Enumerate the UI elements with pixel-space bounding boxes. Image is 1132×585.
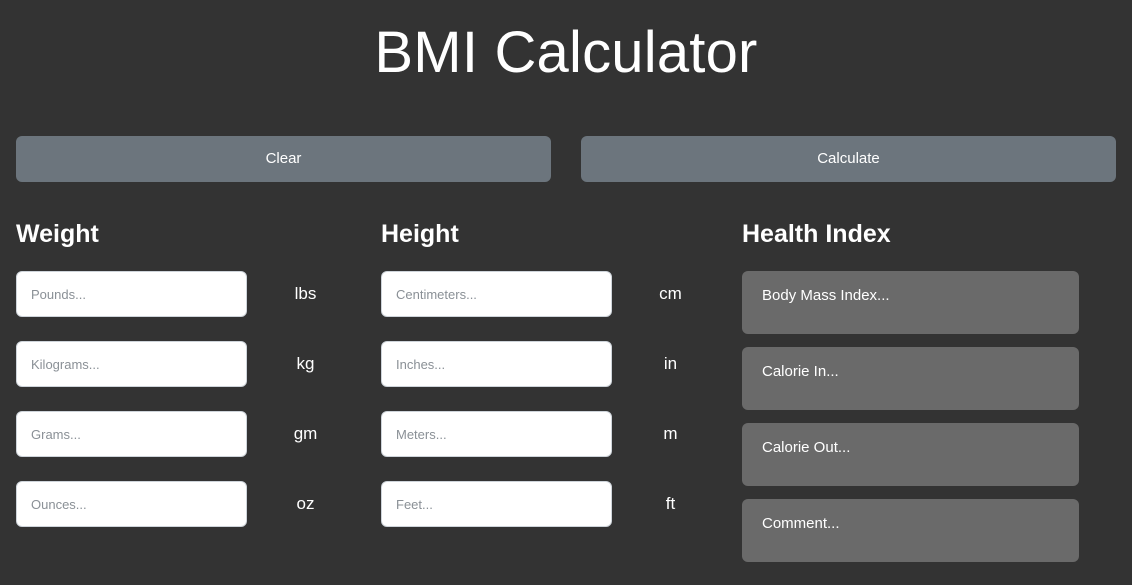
weight-row-grams: gm xyxy=(16,411,356,457)
weight-ounces-input[interactable] xyxy=(16,481,247,527)
weight-kilograms-unit: kg xyxy=(296,354,315,373)
weight-pounds-unit: lbs xyxy=(294,284,317,303)
height-meters-unit: m xyxy=(663,424,678,443)
calorie-out-field[interactable] xyxy=(742,423,1079,486)
height-inches-unit: in xyxy=(663,354,678,373)
weight-pounds-input[interactable] xyxy=(16,271,247,317)
height-feet-input[interactable] xyxy=(381,481,612,527)
title-bar: BMI Calculator xyxy=(0,0,1132,85)
weight-column: Weight lbs kg gm oz xyxy=(16,222,356,527)
calorie-in-field[interactable] xyxy=(742,347,1079,410)
height-heading: Height xyxy=(381,220,459,248)
calculate-button[interactable]: Calculate xyxy=(581,136,1116,182)
health-index-heading: Health Index xyxy=(742,220,891,248)
weight-grams-input[interactable] xyxy=(16,411,247,457)
height-meters-input[interactable] xyxy=(381,411,612,457)
page-title: BMI Calculator xyxy=(374,20,758,85)
health-index-column: Health Index xyxy=(742,222,1079,562)
action-button-row: Clear Calculate xyxy=(16,136,1116,182)
weight-row-ounces: oz xyxy=(16,481,356,527)
bmi-calculator-app: BMI Calculator Clear Calculate Weight lb… xyxy=(0,0,1132,585)
height-inches-input[interactable] xyxy=(381,341,612,387)
height-column: Height cm in m ft xyxy=(381,222,721,527)
height-row-centimeters: cm xyxy=(381,271,721,317)
weight-grams-unit: gm xyxy=(293,424,318,443)
height-centimeters-unit: cm xyxy=(659,284,682,303)
height-feet-unit: ft xyxy=(665,494,676,513)
height-row-inches: in xyxy=(381,341,721,387)
height-centimeters-input[interactable] xyxy=(381,271,612,317)
weight-heading: Weight xyxy=(16,220,99,248)
weight-ounces-unit: oz xyxy=(296,494,315,513)
weight-kilograms-input[interactable] xyxy=(16,341,247,387)
body-mass-index-field[interactable] xyxy=(742,271,1079,334)
weight-row-pounds: lbs xyxy=(16,271,356,317)
comment-field[interactable] xyxy=(742,499,1079,562)
clear-button[interactable]: Clear xyxy=(16,136,551,182)
height-row-meters: m xyxy=(381,411,721,457)
weight-row-kilograms: kg xyxy=(16,341,356,387)
height-row-feet: ft xyxy=(381,481,721,527)
